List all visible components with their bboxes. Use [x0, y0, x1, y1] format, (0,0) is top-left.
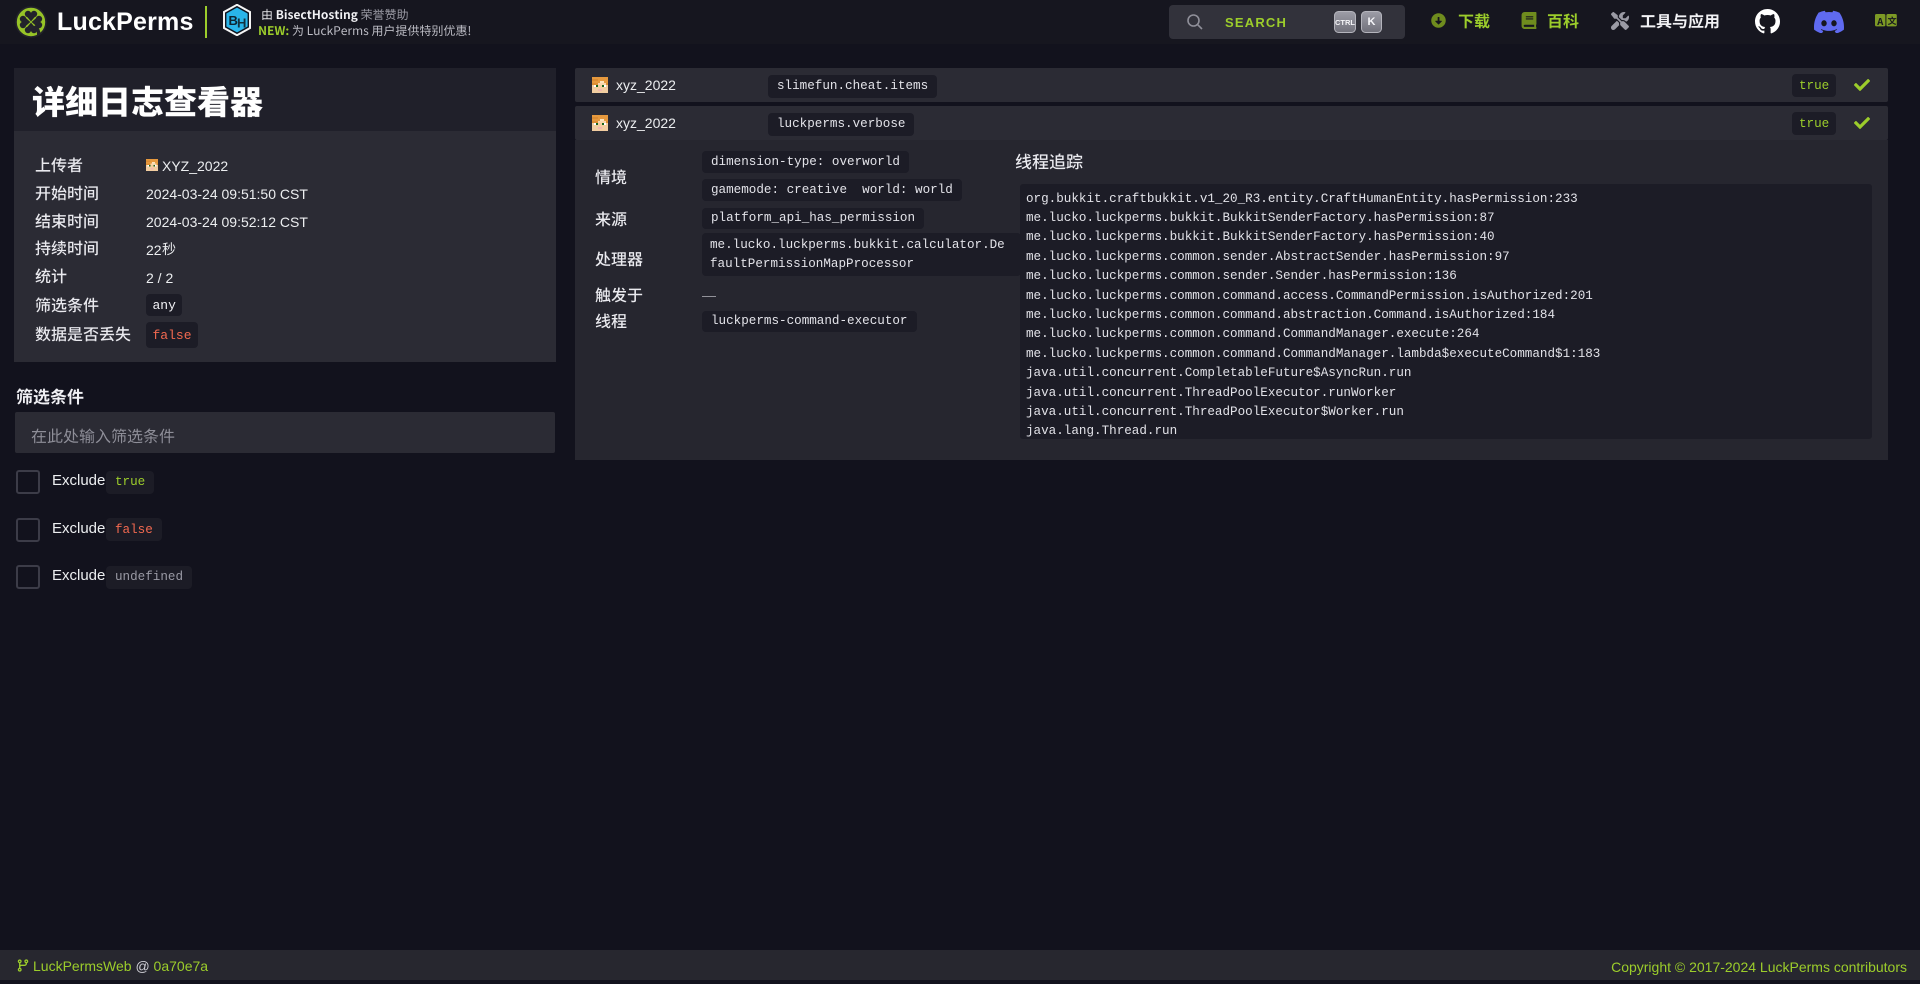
- svg-text:H: H: [237, 16, 246, 31]
